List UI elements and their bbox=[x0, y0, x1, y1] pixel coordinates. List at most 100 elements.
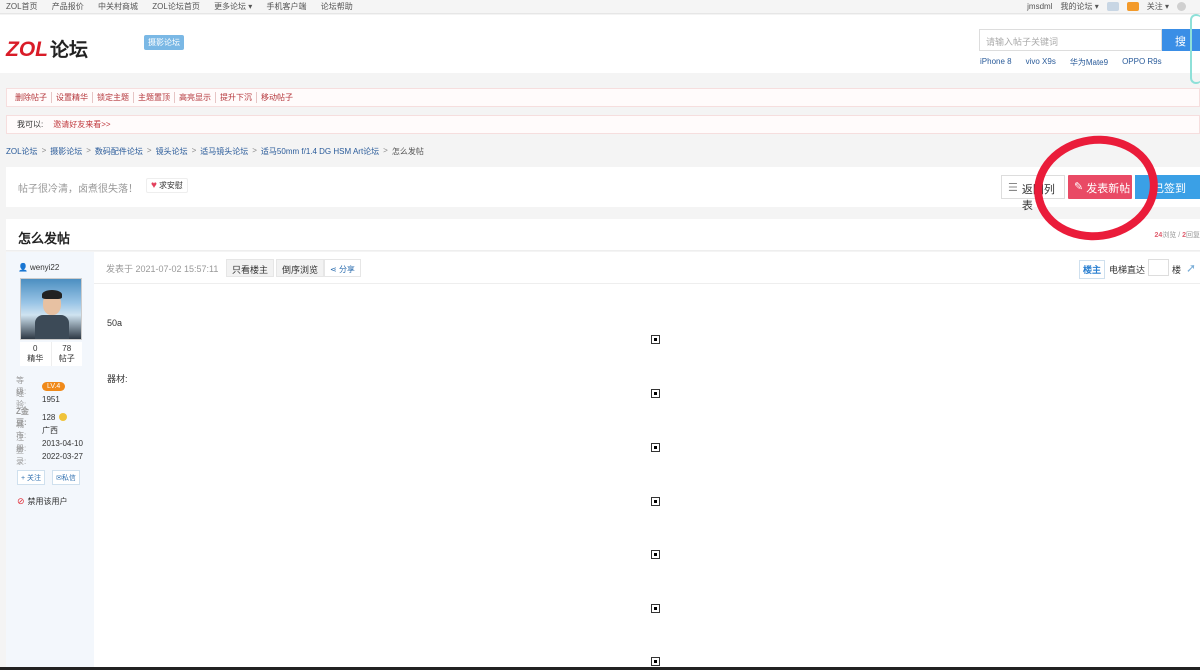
set-digest-button[interactable]: 设置精华 bbox=[52, 92, 93, 103]
digest-count: 0 bbox=[33, 344, 38, 353]
post-count: 78 bbox=[62, 344, 72, 353]
message-button[interactable]: ✉私信 bbox=[52, 470, 80, 485]
top-link-mobile-client[interactable]: 手机客户端 bbox=[267, 2, 307, 11]
view-label: 浏览 bbox=[1162, 232, 1177, 239]
avatar-body bbox=[35, 315, 69, 339]
post-main: 👤 wenyi22 0 精华 78 帖子 等 级: LV.4 经 验: 1951 Z金豆… bbox=[6, 252, 1200, 670]
digest-label: 精华 bbox=[27, 354, 44, 363]
avatar-hair bbox=[42, 290, 62, 299]
breadcrumb-separator: > bbox=[383, 146, 388, 155]
logo-zol-text: ZOL bbox=[6, 38, 48, 61]
move-post-button[interactable]: 移动帖子 bbox=[257, 92, 297, 103]
raise-sink-button[interactable]: 提升下沉 bbox=[216, 92, 257, 103]
breadcrumb-separator: > bbox=[41, 146, 47, 155]
ban-icon: ⊘ bbox=[17, 496, 25, 506]
thread-stats: 24浏览 / 2回复 bbox=[1154, 232, 1200, 239]
top-nav: ZOL首页 产品报价 中关村商城 ZOL论坛首页 更多论坛 ▾ 手机客户端 论坛… bbox=[0, 0, 1200, 14]
hotword-link[interactable]: iPhone 8 bbox=[980, 57, 1012, 68]
breadcrumb-separator: > bbox=[146, 146, 152, 155]
heart-icon: ♥ bbox=[151, 180, 157, 191]
breadcrumb-item[interactable]: 镜头论坛 bbox=[156, 146, 188, 157]
post-toolbar: 发表于 2021-07-02 15:57:11 只看楼主 倒序浏览 ⋖ 分享 楼… bbox=[94, 252, 1200, 284]
list-icon: ☰ bbox=[1008, 182, 1018, 194]
image-placeholder-icon bbox=[651, 389, 660, 398]
hotword-link[interactable]: 华为Mate9 bbox=[1070, 57, 1108, 68]
floor-unit-label: 楼 bbox=[1172, 265, 1182, 275]
breadcrumb-item[interactable]: 适马镜头论坛 bbox=[200, 146, 248, 157]
user-icon: 👤 bbox=[18, 263, 28, 272]
highlight-button[interactable]: 高亮显示 bbox=[175, 92, 216, 103]
jump-arrow-icon[interactable]: ➚ bbox=[1186, 261, 1196, 275]
author-username: wenyi22 bbox=[29, 263, 60, 272]
breadcrumb-separator: > bbox=[191, 146, 197, 155]
search-input[interactable]: 请输入帖子关键词 bbox=[979, 29, 1162, 51]
hot-keywords: iPhone 8 vivo X9s 华为Mate9 OPPO R9s bbox=[980, 57, 1162, 68]
follow-button[interactable]: + 关注 bbox=[17, 470, 46, 485]
login-date: 2022-03-27 bbox=[42, 451, 83, 461]
ban-user-label: 禁用该用户 bbox=[27, 497, 68, 506]
top-link-forum-help[interactable]: 论坛帮助 bbox=[321, 2, 353, 11]
breadcrumb-item[interactable]: 数码配件论坛 bbox=[95, 146, 143, 157]
hotword-link[interactable]: OPPO R9s bbox=[1122, 57, 1162, 68]
author-sidebar: 👤 wenyi22 0 精华 78 帖子 等 级: LV.4 经 验: 1951 Z金豆… bbox=[6, 252, 94, 670]
invite-friends-link[interactable]: 邀请好友来看>> bbox=[53, 119, 110, 130]
breadcrumb-item[interactable]: 摄影论坛 bbox=[50, 146, 82, 157]
top-link-forum-home[interactable]: ZOL论坛首页 bbox=[152, 2, 200, 11]
notification-icon[interactable] bbox=[1126, 2, 1139, 11]
site-header: ZOL 论坛 摄影论坛 请输入帖子关键词 搜 iPhone 8 vivo X9s… bbox=[0, 15, 1200, 73]
top-nav-links: ZOL首页 产品报价 中关村商城 ZOL论坛首页 更多论坛 ▾ 手机客户端 论坛… bbox=[6, 1, 365, 12]
floor-jump-input[interactable] bbox=[1148, 259, 1169, 276]
breadcrumb-separator: > bbox=[86, 146, 91, 155]
reply-label: 回复 bbox=[1186, 232, 1200, 239]
mail-icon[interactable] bbox=[1106, 2, 1119, 11]
breadcrumb-item[interactable]: ZOL论坛 bbox=[6, 146, 38, 157]
post-content-line: 50a bbox=[107, 318, 123, 328]
post-label: 帖子 bbox=[58, 354, 75, 363]
top-nav-user: jmsdml 我的论坛 ▾ 关注 ▾ bbox=[1027, 1, 1194, 12]
floor-badge: 楼主 bbox=[1079, 260, 1106, 279]
username-link[interactable]: jmsdml bbox=[1027, 2, 1052, 11]
only-author-button[interactable]: 只看楼主 bbox=[226, 259, 275, 277]
share-icon: ⋖ bbox=[330, 265, 339, 274]
lock-topic-button[interactable]: 锁定主题 bbox=[93, 92, 134, 103]
breadcrumb: ZOL论坛 > 摄影论坛 > 数码配件论坛 > 镜头论坛 > 适马镜头论坛 > 适马50m… bbox=[6, 146, 428, 157]
ban-user-link[interactable]: ⊘ 禁用该用户 bbox=[17, 496, 68, 507]
reverse-order-button[interactable]: 倒序浏览 bbox=[276, 259, 325, 277]
thread-action-bar: 帖子很冷清，卤煮很失落！ ♥ 求安慰 ☰ 返回列表 ✎ 发表新帖 已签到 bbox=[6, 167, 1200, 212]
top-link-more-forums[interactable]: 更多论坛 ▾ bbox=[214, 2, 252, 11]
forum-category-tag[interactable]: 摄影论坛 bbox=[144, 35, 184, 50]
top-link-price[interactable]: 产品报价 bbox=[52, 2, 84, 11]
user-avatar-icon[interactable] bbox=[1177, 2, 1186, 11]
post-stat[interactable]: 78 帖子 bbox=[52, 342, 83, 366]
image-placeholder-icon bbox=[651, 443, 660, 452]
elevator-label: 电梯直达 bbox=[1109, 265, 1146, 275]
delete-post-button[interactable]: 删除帖子 bbox=[11, 92, 52, 103]
breadcrumb-current: 怎么发帖 bbox=[391, 147, 424, 156]
thread-header: 怎么发帖 24浏览 / 2回复 bbox=[6, 219, 1200, 251]
thread-title: 怎么发帖 bbox=[18, 231, 71, 246]
digest-stat[interactable]: 0 精华 bbox=[20, 342, 52, 366]
image-placeholder-icon bbox=[651, 550, 660, 559]
post-timestamp: 发表于 2021-07-02 15:57:11 bbox=[106, 264, 219, 274]
coin-icon bbox=[59, 413, 68, 421]
zol-logo[interactable]: ZOL 论坛 bbox=[6, 35, 88, 62]
image-placeholder-icon bbox=[651, 497, 660, 506]
exp-value: 1951 bbox=[42, 394, 60, 404]
author-stats: 0 精华 78 帖子 bbox=[20, 342, 82, 366]
top-link-mall[interactable]: 中关村商城 bbox=[98, 2, 138, 11]
comfort-button[interactable]: ♥ 求安慰 bbox=[146, 178, 188, 193]
author-name[interactable]: 👤 wenyi22 bbox=[18, 263, 59, 272]
breadcrumb-item[interactable]: 适马50mm f/1.4 DG HSM Art论坛 bbox=[261, 146, 379, 157]
invite-label: 我可以: bbox=[17, 120, 44, 129]
follow-menu[interactable]: 关注 ▾ bbox=[1147, 1, 1169, 12]
login-label: 登 录: bbox=[16, 446, 32, 466]
share-button[interactable]: ⋖ 分享 bbox=[324, 259, 361, 277]
my-forum-menu[interactable]: 我的论坛 ▾ bbox=[1061, 1, 1099, 12]
pin-topic-button[interactable]: 主题置顶 bbox=[134, 92, 175, 103]
top-link-zol-home[interactable]: ZOL首页 bbox=[6, 2, 38, 11]
author-avatar[interactable] bbox=[20, 278, 82, 340]
invite-bar: 我可以: 邀请好友来看>> bbox=[6, 115, 1200, 134]
post-content-line: 器材: bbox=[107, 374, 128, 384]
image-placeholder-icon bbox=[651, 604, 660, 613]
hotword-link[interactable]: vivo X9s bbox=[1026, 57, 1056, 68]
